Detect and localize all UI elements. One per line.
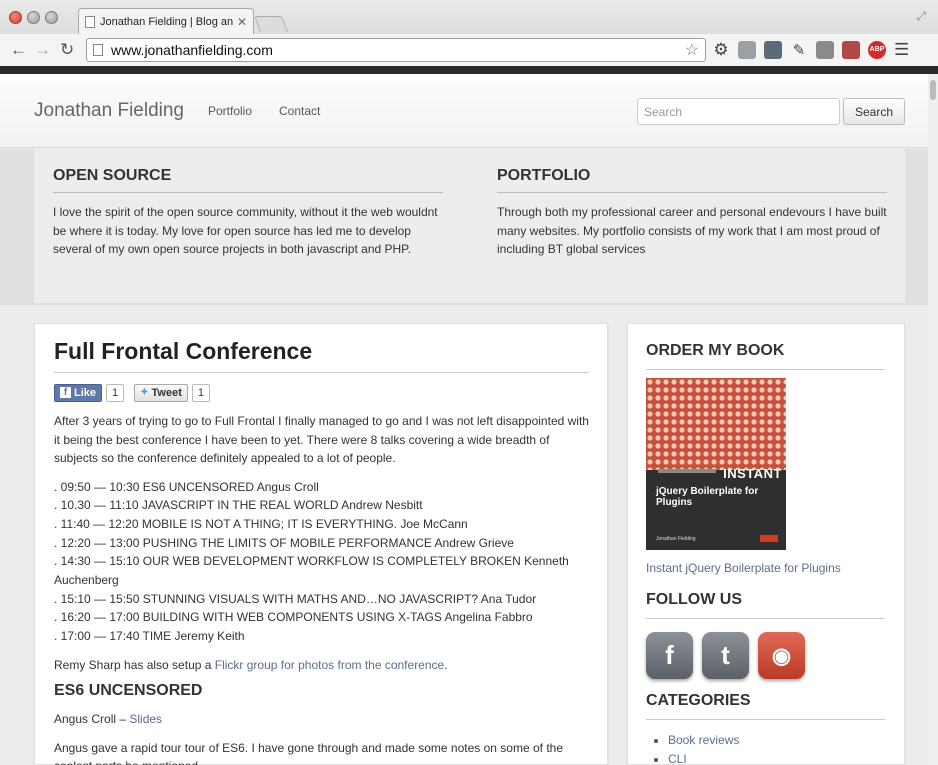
like-count: 1 <box>106 383 125 402</box>
nav-contact-link[interactable]: Contact <box>279 104 320 118</box>
portfolio-text: Through both my professional career and … <box>497 205 887 256</box>
browser-chrome: Jonathan Fielding | Blog an ✕ ⤢ ← → ↻ ww… <box>0 0 938 68</box>
schedule-item: . 11:40 — 12:20 MOBILE IS NOT A THING; I… <box>54 516 468 531</box>
book-link[interactable]: Instant jQuery Boilerplate for Plugins <box>646 561 885 575</box>
fullscreen-icon[interactable]: ⤢ <box>916 9 926 24</box>
flickr-paragraph: Remy Sharp has also setup a Flickr group… <box>54 656 589 675</box>
adblock-icon[interactable]: ABP <box>868 41 886 59</box>
blog-post: Full Frontal Conference f Like 1 ✦ Tweet… <box>34 323 608 765</box>
menu-icon[interactable]: ☰ <box>894 41 912 59</box>
category-item: Book reviews <box>668 731 885 750</box>
page-icon <box>93 44 103 56</box>
search-button[interactable]: Search <box>843 98 905 125</box>
schedule-list: . 09:50 — 10:30 ES6 UNCENSORED Angus Cro… <box>54 478 589 646</box>
like-label: Like <box>74 386 97 399</box>
book-cover-title: jQuery Boilerplate for Plugins <box>656 486 759 508</box>
window-controls <box>9 11 58 24</box>
url-text: www.jonathanfielding.com <box>111 42 273 58</box>
tab-close-icon[interactable]: ✕ <box>237 15 247 29</box>
post-summary: Angus gave a rapid tour tour of ES6. I h… <box>54 740 563 765</box>
rss-icon[interactable]: ◉ <box>758 632 805 679</box>
site-brand[interactable]: Jonathan Fielding <box>34 100 184 122</box>
extension-icon[interactable] <box>842 41 860 59</box>
extension-icons: ⚙ ✎ ABP ☰ <box>712 41 912 59</box>
gear-icon[interactable]: ⚙ <box>712 41 730 59</box>
category-link[interactable]: Book reviews <box>668 733 739 747</box>
categories-heading: CATEGORIES <box>646 692 885 720</box>
scrollbar[interactable] <box>928 74 938 765</box>
tweet-count: 1 <box>191 383 211 402</box>
flickr-prefix: Remy Sharp has also setup a <box>54 657 215 672</box>
section-heading: ES6 UNCENSORED <box>54 682 203 700</box>
book-cover-brand: INSTANT <box>723 466 782 481</box>
extension-icon[interactable] <box>816 41 834 59</box>
facebook-icon[interactable]: f <box>646 632 693 679</box>
social-icons: f t ◉ <box>646 632 885 679</box>
twitter-bird-icon: ✦ <box>140 387 149 398</box>
slides-link[interactable]: Slides <box>129 712 162 726</box>
extension-icon[interactable] <box>738 41 756 59</box>
search-input[interactable] <box>637 98 840 125</box>
book-cover-image[interactable]: INSTANT jQuery Boilerplate for Plugins J… <box>646 378 786 550</box>
back-icon[interactable]: ← <box>10 40 27 60</box>
open-source-text: I love the spirit of the open source com… <box>53 205 438 256</box>
page-top-bar <box>0 66 938 74</box>
tweet-group: ✦ Tweet 1 <box>134 383 211 402</box>
facebook-icon: f <box>60 387 71 398</box>
intro-panel: OPEN SOURCE I love the spirit of the ope… <box>34 149 905 303</box>
schedule-item: . 15:10 — 15:50 STUNNING VISUALS WITH MA… <box>54 591 537 606</box>
page-icon <box>85 15 95 28</box>
book-cover-strip <box>658 469 716 473</box>
schedule-item: . 12:20 — 13:00 PUSHING THE LIMITS OF MO… <box>54 535 514 550</box>
window-minimize-button[interactable] <box>27 11 40 24</box>
post-title[interactable]: Full Frontal Conference <box>54 338 589 373</box>
tweet-button[interactable]: ✦ Tweet <box>134 383 188 402</box>
flickr-suffix: . <box>444 657 448 672</box>
category-item: CLI <box>668 750 885 765</box>
share-buttons: f Like 1 ✦ Tweet 1 <box>54 383 589 402</box>
new-tab-button[interactable] <box>254 16 288 32</box>
window-maximize-button[interactable] <box>45 11 58 24</box>
schedule-item: . 14:30 — 15:10 OUR WEB DEVELOPMENT WORK… <box>54 554 569 588</box>
open-source-section: OPEN SOURCE I love the spirit of the ope… <box>53 167 443 259</box>
post-intro: After 3 years of trying to go to Full Fr… <box>54 414 589 465</box>
nav-portfolio-link[interactable]: Portfolio <box>208 104 252 118</box>
facebook-like-button[interactable]: f Like <box>54 383 103 402</box>
open-source-heading: OPEN SOURCE <box>53 167 443 193</box>
wrench-icon[interactable]: ✎ <box>790 41 808 59</box>
speaker-prefix: Angus Croll – <box>54 712 130 727</box>
window-close-button[interactable] <box>9 11 22 24</box>
schedule-item: . 17:00 — 17:40 TIME Jeremy Keith <box>54 629 245 644</box>
book-cover-pattern <box>646 378 786 470</box>
schedule-item: . 16:20 — 17:00 BUILDING WITH WEB COMPON… <box>54 610 533 625</box>
browser-toolbar: ← → ↻ www.jonathanfielding.com ☆ ⚙ ✎ ABP… <box>0 34 938 66</box>
schedule-item: . 10.30 — 11:10 JAVASCRIPT IN THE REAL W… <box>54 498 423 513</box>
twitter-icon[interactable]: t <box>702 632 749 679</box>
facebook-like-group: f Like 1 <box>54 383 125 402</box>
publisher-logo <box>760 535 778 542</box>
book-cover-author: Jonathan Fielding <box>656 536 696 542</box>
browser-tab[interactable]: Jonathan Fielding | Blog an ✕ <box>78 8 254 34</box>
sidebar: ORDER MY BOOK INSTANT jQuery Boilerplate… <box>627 323 905 765</box>
schedule-item: . 09:50 — 10:30 ES6 UNCENSORED Angus Cro… <box>54 479 319 494</box>
categories-list: Book reviews CLI <box>646 731 885 765</box>
speaker-line: Angus Croll – Slides <box>54 710 589 729</box>
tab-title: Jonathan Fielding | Blog an <box>100 15 233 28</box>
tweet-label: Tweet <box>151 386 182 399</box>
forward-icon[interactable]: → <box>34 40 51 60</box>
extension-icon[interactable] <box>764 41 782 59</box>
flickr-group-link[interactable]: Flickr group for photos from the confere… <box>215 658 444 672</box>
bookmark-star-icon[interactable]: ☆ <box>685 40 699 60</box>
portfolio-heading: PORTFOLIO <box>497 167 887 193</box>
scrollbar-thumb[interactable] <box>930 80 936 100</box>
address-bar[interactable]: www.jonathanfielding.com ☆ <box>86 38 706 62</box>
site-header: Jonathan Fielding Portfolio Contact Sear… <box>0 74 928 148</box>
follow-us-heading: FOLLOW US <box>646 591 885 619</box>
reload-icon[interactable]: ↻ <box>60 40 74 60</box>
portfolio-section: PORTFOLIO Through both my professional c… <box>497 167 887 259</box>
order-book-heading: ORDER MY BOOK <box>646 342 885 370</box>
intro-band: OPEN SOURCE I love the spirit of the ope… <box>0 149 928 305</box>
category-link[interactable]: CLI <box>668 752 687 765</box>
